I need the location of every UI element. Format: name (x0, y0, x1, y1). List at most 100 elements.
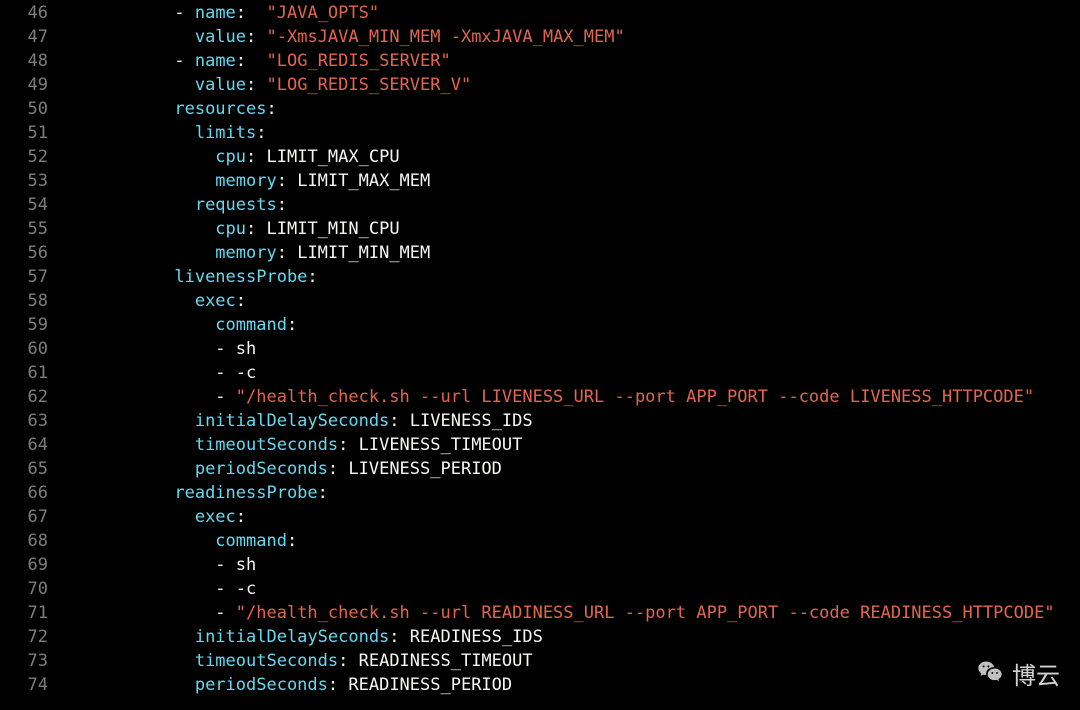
code-line[interactable]: 73 timeoutSeconds: READINESS_TIMEOUT (0, 650, 1080, 674)
code-line[interactable]: 53 memory: LIMIT_MAX_MEM (0, 170, 1080, 194)
indent (72, 171, 215, 191)
indent (72, 99, 174, 119)
code-line[interactable]: 59 command: (0, 314, 1080, 338)
token-colon: : (389, 411, 409, 431)
token-plain: -c (236, 579, 256, 599)
line-content[interactable]: - sh (72, 338, 1080, 362)
indent (72, 387, 215, 407)
line-number: 52 (0, 146, 72, 170)
line-content[interactable]: cpu: LIMIT_MIN_CPU (72, 218, 1080, 242)
indent (72, 507, 195, 527)
line-content[interactable]: livenessProbe: (72, 266, 1080, 290)
line-content[interactable]: requests: (72, 194, 1080, 218)
code-line[interactable]: 46 - name: "JAVA_OPTS" (0, 2, 1080, 26)
line-content[interactable]: timeoutSeconds: LIVENESS_TIMEOUT (72, 434, 1080, 458)
code-line[interactable]: 57 livenessProbe: (0, 266, 1080, 290)
code-line[interactable]: 63 initialDelaySeconds: LIVENESS_IDS (0, 410, 1080, 434)
code-line[interactable]: 74 periodSeconds: READINESS_PERIOD (0, 674, 1080, 698)
line-content[interactable]: - -c (72, 362, 1080, 386)
code-line[interactable]: 67 exec: (0, 506, 1080, 530)
code-line[interactable]: 50 resources: (0, 98, 1080, 122)
indent (72, 627, 195, 647)
line-number: 70 (0, 578, 72, 602)
code-line[interactable]: 48 - name: "LOG_REDIS_SERVER" (0, 50, 1080, 74)
token-key: periodSeconds (195, 459, 328, 479)
line-content[interactable]: resources: (72, 98, 1080, 122)
line-number: 73 (0, 650, 72, 674)
line-content[interactable]: memory: LIMIT_MAX_MEM (72, 170, 1080, 194)
code-line[interactable]: 47 value: "-XmsJAVA_MIN_MEM -XmxJAVA_MAX… (0, 26, 1080, 50)
line-number: 57 (0, 266, 72, 290)
code-line[interactable]: 72 initialDelaySeconds: READINESS_IDS (0, 626, 1080, 650)
code-line[interactable]: 55 cpu: LIMIT_MIN_CPU (0, 218, 1080, 242)
line-content[interactable]: - "/health_check.sh --url READINESS_URL … (72, 602, 1080, 626)
code-line[interactable]: 68 command: (0, 530, 1080, 554)
token-plain: LIVENESS_TIMEOUT (359, 435, 523, 455)
code-line[interactable]: 69 - sh (0, 554, 1080, 578)
code-line[interactable]: 64 timeoutSeconds: LIVENESS_TIMEOUT (0, 434, 1080, 458)
token-dash: - (215, 387, 235, 407)
line-content[interactable]: value: "LOG_REDIS_SERVER_V" (72, 74, 1080, 98)
token-str: "LOG_REDIS_SERVER_V" (267, 75, 472, 95)
line-content[interactable]: initialDelaySeconds: READINESS_IDS (72, 626, 1080, 650)
code-line[interactable]: 60 - sh (0, 338, 1080, 362)
indent (72, 363, 215, 383)
token-key: requests (195, 195, 277, 215)
token-key: periodSeconds (195, 675, 328, 695)
line-content[interactable]: - name: "JAVA_OPTS" (72, 2, 1080, 26)
code-editor[interactable]: 46 - name: "JAVA_OPTS"47 value: "-XmsJAV… (0, 0, 1080, 698)
indent (72, 483, 174, 503)
token-colon: : (338, 651, 358, 671)
line-content[interactable]: value: "-XmsJAVA_MIN_MEM -XmxJAVA_MAX_ME… (72, 26, 1080, 50)
line-content[interactable]: command: (72, 530, 1080, 554)
token-key: timeoutSeconds (195, 435, 338, 455)
line-content[interactable]: timeoutSeconds: READINESS_TIMEOUT (72, 650, 1080, 674)
token-colon: : (287, 315, 297, 335)
token-plain: sh (236, 555, 256, 575)
line-content[interactable]: - name: "LOG_REDIS_SERVER" (72, 50, 1080, 74)
code-line[interactable]: 61 - -c (0, 362, 1080, 386)
line-content[interactable]: periodSeconds: LIVENESS_PERIOD (72, 458, 1080, 482)
token-dash: - (215, 579, 235, 599)
code-line[interactable]: 58 exec: (0, 290, 1080, 314)
code-line[interactable]: 65 periodSeconds: LIVENESS_PERIOD (0, 458, 1080, 482)
indent (72, 75, 195, 95)
code-line[interactable]: 62 - "/health_check.sh --url LIVENESS_UR… (0, 386, 1080, 410)
code-line[interactable]: 71 - "/health_check.sh --url READINESS_U… (0, 602, 1080, 626)
token-colon: : (246, 27, 266, 47)
indent (72, 51, 174, 71)
line-content[interactable]: readinessProbe: (72, 482, 1080, 506)
code-line[interactable]: 49 value: "LOG_REDIS_SERVER_V" (0, 74, 1080, 98)
line-number: 50 (0, 98, 72, 122)
line-content[interactable]: exec: (72, 290, 1080, 314)
line-content[interactable]: - -c (72, 578, 1080, 602)
token-plain: LIMIT_MIN_MEM (297, 243, 430, 263)
line-content[interactable]: command: (72, 314, 1080, 338)
indent (72, 651, 195, 671)
token-key: command (215, 531, 287, 551)
line-content[interactable]: exec: (72, 506, 1080, 530)
code-line[interactable]: 56 memory: LIMIT_MIN_MEM (0, 242, 1080, 266)
token-key: name (195, 51, 236, 71)
line-content[interactable]: - "/health_check.sh --url LIVENESS_URL -… (72, 386, 1080, 410)
line-content[interactable]: initialDelaySeconds: LIVENESS_IDS (72, 410, 1080, 434)
watermark: 博云 (976, 658, 1060, 696)
line-content[interactable]: cpu: LIMIT_MAX_CPU (72, 146, 1080, 170)
line-content[interactable]: - sh (72, 554, 1080, 578)
line-content[interactable]: limits: (72, 122, 1080, 146)
code-line[interactable]: 66 readinessProbe: (0, 482, 1080, 506)
code-line[interactable]: 51 limits: (0, 122, 1080, 146)
code-line[interactable]: 70 - -c (0, 578, 1080, 602)
line-content[interactable]: periodSeconds: READINESS_PERIOD (72, 674, 1080, 698)
line-content[interactable]: memory: LIMIT_MIN_MEM (72, 242, 1080, 266)
token-colon: : (328, 675, 348, 695)
token-key: memory (215, 171, 276, 191)
line-number: 62 (0, 386, 72, 410)
line-number: 56 (0, 242, 72, 266)
indent (72, 3, 174, 23)
token-colon: : (287, 531, 297, 551)
token-colon: : (246, 147, 266, 167)
token-key: exec (195, 507, 236, 527)
code-line[interactable]: 54 requests: (0, 194, 1080, 218)
code-line[interactable]: 52 cpu: LIMIT_MAX_CPU (0, 146, 1080, 170)
